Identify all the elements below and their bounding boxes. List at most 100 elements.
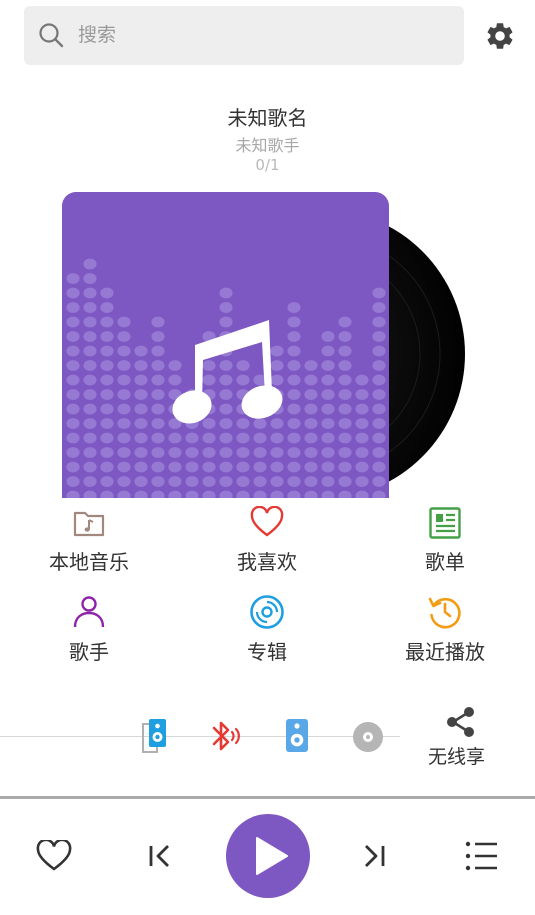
equalizer-dot: [287, 461, 301, 473]
recent-button[interactable]: 最近播放: [370, 594, 520, 664]
playlist-label: 歌单: [425, 550, 465, 574]
equalizer-dot: [151, 316, 165, 328]
album-cover[interactable]: [62, 192, 389, 498]
equalizer-dot: [66, 360, 80, 371]
equalizer-dot: [202, 374, 216, 386]
equalizer-dot: [151, 476, 165, 487]
equalizer-dot: [321, 476, 335, 487]
equalizer-dot: [100, 461, 114, 473]
equalizer-dot: [66, 447, 80, 458]
playlist-button[interactable]: 歌单: [370, 506, 520, 574]
cd-icon[interactable]: [352, 721, 384, 753]
equalizer-dot: [83, 461, 97, 473]
equalizer-dot: [355, 432, 369, 444]
equalizer-dot: [134, 432, 148, 444]
equalizer-dot: [168, 490, 182, 498]
equalizer-dot: [321, 461, 335, 473]
equalizer-dot: [134, 418, 148, 429]
equalizer-dot: [83, 418, 97, 429]
like-heart-icon[interactable]: [36, 840, 72, 872]
playlist-queue-icon[interactable]: [464, 840, 500, 872]
output-divider: [0, 736, 400, 737]
equalizer-dot: [83, 403, 97, 415]
equalizer-dot: [117, 345, 131, 357]
equalizer-dot: [287, 490, 301, 498]
equalizer-dot: [134, 403, 148, 415]
equalizer-dot: [287, 389, 301, 400]
equalizer-dot: [219, 403, 233, 415]
equalizer-dot: [117, 316, 131, 328]
heart-icon: [250, 506, 284, 537]
speaker-icon[interactable]: [285, 718, 309, 754]
artists-button[interactable]: 歌手: [14, 594, 164, 664]
equalizer-dot: [66, 331, 80, 342]
favorites-label: 我喜欢: [237, 550, 297, 574]
albums-button[interactable]: 专辑: [192, 594, 342, 664]
equalizer-dot: [219, 374, 233, 386]
bluetooth-icon[interactable]: [208, 719, 242, 755]
equalizer-dot: [185, 490, 199, 498]
equalizer-dot: [338, 447, 352, 458]
search-placeholder[interactable]: 搜索: [78, 22, 116, 48]
equalizer-dot: [270, 476, 284, 487]
equalizer-dot: [355, 374, 369, 386]
equalizer-dot: [168, 360, 182, 371]
equalizer-dot: [117, 374, 131, 386]
equalizer-dot: [219, 418, 233, 429]
equalizer-dot: [66, 389, 80, 400]
equalizer-dot: [338, 476, 352, 487]
equalizer-dot: [253, 432, 267, 444]
equalizer-dot: [270, 490, 284, 498]
equalizer-dot: [270, 432, 284, 444]
wireless-share-label[interactable]: 无线享: [428, 742, 485, 769]
equalizer-dot: [338, 432, 352, 444]
equalizer-dot: [151, 331, 165, 342]
equalizer-dot: [83, 476, 97, 487]
equalizer-dot: [117, 360, 131, 371]
equalizer-dot: [338, 374, 352, 386]
previous-track-icon[interactable]: [146, 842, 174, 870]
equalizer-dot: [372, 389, 386, 400]
gear-icon[interactable]: [484, 20, 516, 52]
equalizer-dot: [338, 418, 352, 429]
equalizer-dot: [100, 374, 114, 386]
equalizer-dot: [253, 418, 267, 429]
equalizer-dot: [134, 345, 148, 357]
local-music-button[interactable]: 本地音乐: [14, 506, 164, 574]
equalizer-dot: [287, 345, 301, 357]
equalizer-dot: [83, 258, 97, 270]
share-icon[interactable]: [445, 706, 477, 738]
equalizer-dot: [355, 490, 369, 498]
equalizer-dot: [219, 287, 233, 299]
equalizer-dot: [151, 447, 165, 458]
equalizer-dot: [134, 360, 148, 371]
equalizer-dot: [100, 418, 114, 429]
equalizer-dot: [83, 331, 97, 342]
albums-label: 专辑: [247, 640, 287, 664]
equalizer-dot: [66, 432, 80, 444]
equalizer-dot: [355, 389, 369, 400]
equalizer-dot: [287, 331, 301, 342]
equalizer-dot: [338, 331, 352, 342]
equalizer-dot: [151, 461, 165, 473]
local-speaker-icon[interactable]: [141, 718, 169, 754]
equalizer-dot: [151, 418, 165, 429]
equalizer-dot: [185, 476, 199, 487]
equalizer-dot: [168, 432, 182, 444]
play-button[interactable]: [226, 814, 310, 898]
equalizer-dot: [219, 476, 233, 487]
track-index: 0/1: [255, 156, 280, 174]
next-track-icon[interactable]: [360, 842, 388, 870]
equalizer-dot: [83, 273, 97, 284]
equalizer-dot: [66, 418, 80, 429]
equalizer-dot: [287, 316, 301, 328]
equalizer-dot: [151, 360, 165, 371]
equalizer-dot: [202, 418, 216, 429]
favorites-button[interactable]: 我喜欢: [192, 506, 342, 574]
equalizer-dot: [372, 360, 386, 371]
equalizer-dot: [338, 461, 352, 473]
equalizer-dot: [117, 490, 131, 498]
equalizer-dot: [338, 403, 352, 415]
equalizer-dot: [287, 403, 301, 415]
equalizer-dot: [100, 389, 114, 400]
